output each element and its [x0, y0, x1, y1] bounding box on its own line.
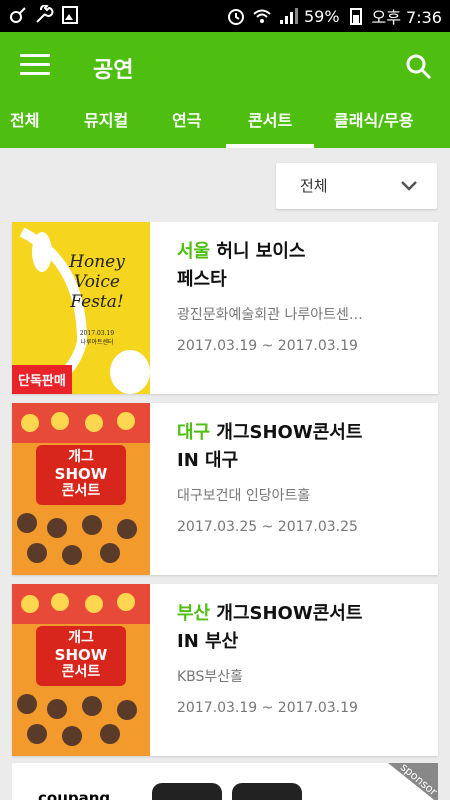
- gender-icon: [10, 7, 26, 23]
- poster-text: Honey: [69, 252, 125, 272]
- poster-text: 개그: [68, 449, 94, 465]
- signal-icon: [279, 8, 298, 24]
- event-venue: 광진문화예술회관 나루아트센…: [177, 307, 363, 323]
- poster-image: 개그 SHOW 콘서트: [12, 403, 150, 575]
- tab-classic-dance[interactable]: 클래식/무용: [334, 100, 413, 148]
- category-tabs: 전체 뮤지컬 연극 콘서트 클래식/무용: [0, 100, 450, 148]
- wrench-icon: [36, 5, 54, 23]
- event-title: 대구 개그SHOW콘서트 IN 대구: [177, 422, 363, 471]
- sponsored-ad[interactable]: coupang sponsor: [12, 763, 438, 800]
- wifi-icon: [253, 9, 271, 23]
- region-filter-dropdown[interactable]: 전체: [276, 163, 437, 209]
- event-venue: KBS부산홀: [177, 669, 244, 685]
- tab-musical[interactable]: 뮤지컬: [84, 100, 128, 148]
- event-city: 대구: [177, 422, 211, 443]
- ad-logo: coupang: [38, 789, 111, 800]
- tab-all[interactable]: 전체: [10, 100, 39, 148]
- page-title: 공연: [93, 58, 134, 83]
- poster-text: 개그: [68, 630, 94, 646]
- event-dates: 2017.03.19 ~ 2017.03.19: [177, 338, 358, 354]
- poster-small-text: 2017.03.19: [79, 330, 115, 337]
- ad-product-image: [152, 783, 302, 800]
- event-title: 부산 개그SHOW콘서트 IN 부산: [177, 603, 363, 652]
- poster-text: Festa!: [70, 292, 124, 312]
- search-icon[interactable]: [404, 52, 434, 82]
- event-venue: 대구보건대 인당아트홀: [177, 488, 311, 504]
- tab-concert[interactable]: 콘서트: [225, 100, 315, 148]
- event-city: 부산: [177, 603, 211, 624]
- battery-percent: 59%: [303, 6, 340, 26]
- event-title: 서울 허니 보이스 페스타: [177, 241, 306, 290]
- poster-text: 콘서트: [61, 664, 101, 680]
- poster-image: Honey Voice Festa! 2017.03.19 나루아트센터 단독판…: [12, 222, 150, 394]
- poster-text: 콘서트: [61, 483, 101, 499]
- clock: 오후 7:36: [371, 8, 442, 27]
- app-bar: 공연: [0, 32, 450, 100]
- poster-text: SHOW: [54, 465, 108, 483]
- event-city: 서울: [177, 241, 211, 262]
- list-item[interactable]: Honey Voice Festa! 2017.03.19 나루아트센터 단독판…: [12, 222, 438, 394]
- dropdown-selected-value: 전체: [300, 177, 328, 195]
- exclusive-badge: 단독판매: [12, 365, 72, 394]
- chevron-down-icon: [401, 181, 417, 191]
- battery-icon: [349, 8, 362, 25]
- list-item[interactable]: 개그 SHOW 콘서트 대구 개그SHOW콘서트 IN 대구 대구보건대 인당아…: [12, 403, 438, 575]
- event-dates: 2017.03.25 ~ 2017.03.25: [177, 519, 358, 535]
- poster-text: SHOW: [54, 646, 108, 664]
- poster-small-text: 나루아트센터: [80, 339, 114, 346]
- tab-play[interactable]: 연극: [172, 100, 201, 148]
- event-dates: 2017.03.19 ~ 2017.03.19: [177, 700, 358, 716]
- alarm-icon: [227, 9, 244, 25]
- hamburger-menu-icon[interactable]: [20, 54, 50, 78]
- list-item[interactable]: 개그 SHOW 콘서트 부산 개그SHOW콘서트 IN 부산 KBS부산홀 20…: [12, 584, 438, 756]
- image-icon: [62, 6, 78, 24]
- poster-image: 개그 SHOW 콘서트: [12, 584, 150, 756]
- poster-text: Voice: [74, 272, 120, 292]
- status-bar: 59% 오후 7:36: [0, 0, 450, 32]
